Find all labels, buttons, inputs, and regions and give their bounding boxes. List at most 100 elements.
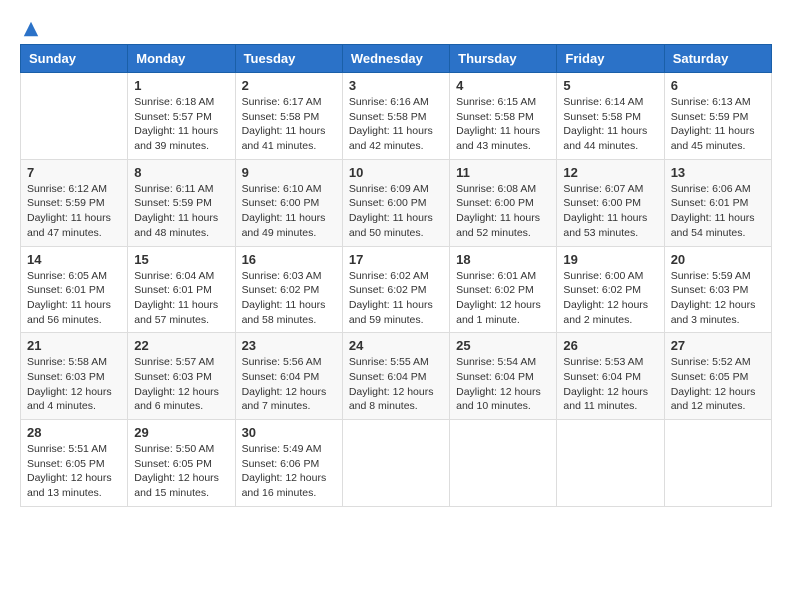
calendar-cell: 26 Sunrise: 5:53 AM Sunset: 6:04 PM Dayli…	[557, 333, 664, 420]
calendar: SundayMondayTuesdayWednesdayThursdayFrid…	[20, 44, 772, 507]
calendar-cell: 20Sunrise: 5:59 AM Sunset: 6:03 PM Dayli…	[664, 246, 771, 333]
day-info: Sunrise: 6:00 AM Sunset: 6:02 PM Dayligh…	[563, 269, 657, 328]
day-info: Sunrise: 5:50 AM Sunset: 6:05 PM Dayligh…	[134, 442, 228, 501]
day-number: 9	[242, 165, 336, 180]
day-number: 24	[349, 338, 443, 353]
day-info: Sunrise: 6:15 AM Sunset: 5:58 PM Dayligh…	[456, 95, 550, 154]
day-number: 2	[242, 78, 336, 93]
calendar-cell: 27 Sunrise: 5:52 AM Sunset: 6:05 PM Dayli…	[664, 333, 771, 420]
day-info: Sunrise: 5:51 AM Sunset: 6:05 PM Dayligh…	[27, 442, 121, 501]
calendar-cell: 8 Sunrise: 6:11 AM Sunset: 5:59 PM Daylig…	[128, 159, 235, 246]
day-number: 29	[134, 425, 228, 440]
day-header-monday: Monday	[128, 45, 235, 73]
calendar-cell: 15 Sunrise: 6:04 AM Sunset: 6:01 PM Dayli…	[128, 246, 235, 333]
day-header-wednesday: Wednesday	[342, 45, 449, 73]
calendar-week-5: 28 Sunrise: 5:51 AM Sunset: 6:05 PM Dayli…	[21, 420, 772, 507]
day-number: 18	[456, 252, 550, 267]
day-number: 13	[671, 165, 765, 180]
calendar-week-3: 14 Sunrise: 6:05 AM Sunset: 6:01 PM Dayli…	[21, 246, 772, 333]
calendar-cell: 28 Sunrise: 5:51 AM Sunset: 6:05 PM Dayli…	[21, 420, 128, 507]
day-number: 1	[134, 78, 228, 93]
day-number: 20	[671, 252, 765, 267]
day-number: 5	[563, 78, 657, 93]
day-info: Sunrise: 5:52 AM Sunset: 6:05 PM Dayligh…	[671, 355, 765, 414]
day-info: Sunrise: 6:09 AM Sunset: 6:00 PM Dayligh…	[349, 182, 443, 241]
day-info: Sunrise: 6:05 AM Sunset: 6:01 PM Dayligh…	[27, 269, 121, 328]
day-info: Sunrise: 6:17 AM Sunset: 5:58 PM Dayligh…	[242, 95, 336, 154]
day-number: 30	[242, 425, 336, 440]
day-number: 23	[242, 338, 336, 353]
day-header-thursday: Thursday	[450, 45, 557, 73]
day-header-saturday: Saturday	[664, 45, 771, 73]
day-number: 7	[27, 165, 121, 180]
day-number: 26	[563, 338, 657, 353]
day-info: Sunrise: 6:07 AM Sunset: 6:00 PM Dayligh…	[563, 182, 657, 241]
calendar-cell: 21 Sunrise: 5:58 AM Sunset: 6:03 PM Dayli…	[21, 333, 128, 420]
day-info: Sunrise: 5:57 AM Sunset: 6:03 PM Dayligh…	[134, 355, 228, 414]
calendar-cell	[557, 420, 664, 507]
day-info: Sunrise: 6:06 AM Sunset: 6:01 PM Dayligh…	[671, 182, 765, 241]
day-info: Sunrise: 6:13 AM Sunset: 5:59 PM Dayligh…	[671, 95, 765, 154]
day-header-friday: Friday	[557, 45, 664, 73]
day-info: Sunrise: 6:14 AM Sunset: 5:58 PM Dayligh…	[563, 95, 657, 154]
calendar-cell: 12 Sunrise: 6:07 AM Sunset: 6:00 PM Dayli…	[557, 159, 664, 246]
day-number: 28	[27, 425, 121, 440]
day-number: 8	[134, 165, 228, 180]
day-number: 4	[456, 78, 550, 93]
day-number: 3	[349, 78, 443, 93]
day-number: 27	[671, 338, 765, 353]
day-number: 25	[456, 338, 550, 353]
day-info: Sunrise: 5:58 AM Sunset: 6:03 PM Dayligh…	[27, 355, 121, 414]
day-number: 15	[134, 252, 228, 267]
calendar-cell: 14 Sunrise: 6:05 AM Sunset: 6:01 PM Dayli…	[21, 246, 128, 333]
calendar-cell	[21, 73, 128, 160]
day-number: 14	[27, 252, 121, 267]
calendar-cell: 29 Sunrise: 5:50 AM Sunset: 6:05 PM Dayli…	[128, 420, 235, 507]
day-info: Sunrise: 6:10 AM Sunset: 6:00 PM Dayligh…	[242, 182, 336, 241]
day-info: Sunrise: 6:18 AM Sunset: 5:57 PM Dayligh…	[134, 95, 228, 154]
calendar-cell: 6 Sunrise: 6:13 AM Sunset: 5:59 PM Daylig…	[664, 73, 771, 160]
day-info: Sunrise: 5:56 AM Sunset: 6:04 PM Dayligh…	[242, 355, 336, 414]
logo-icon	[22, 20, 40, 38]
day-info: Sunrise: 6:11 AM Sunset: 5:59 PM Dayligh…	[134, 182, 228, 241]
calendar-cell	[664, 420, 771, 507]
calendar-cell: 9 Sunrise: 6:10 AM Sunset: 6:00 PM Daylig…	[235, 159, 342, 246]
day-info: Sunrise: 6:03 AM Sunset: 6:02 PM Dayligh…	[242, 269, 336, 328]
day-number: 12	[563, 165, 657, 180]
calendar-cell: 17Sunrise: 6:02 AM Sunset: 6:02 PM Dayli…	[342, 246, 449, 333]
day-info: Sunrise: 5:49 AM Sunset: 6:06 PM Dayligh…	[242, 442, 336, 501]
day-info: Sunrise: 5:55 AM Sunset: 6:04 PM Dayligh…	[349, 355, 443, 414]
day-number: 6	[671, 78, 765, 93]
calendar-cell: 10 Sunrise: 6:09 AM Sunset: 6:00 PM Dayli…	[342, 159, 449, 246]
day-info: Sunrise: 6:16 AM Sunset: 5:58 PM Dayligh…	[349, 95, 443, 154]
day-number: 22	[134, 338, 228, 353]
day-info: Sunrise: 6:02 AM Sunset: 6:02 PM Dayligh…	[349, 269, 443, 328]
calendar-week-4: 21 Sunrise: 5:58 AM Sunset: 6:03 PM Dayli…	[21, 333, 772, 420]
calendar-cell: 11Sunrise: 6:08 AM Sunset: 6:00 PM Dayli…	[450, 159, 557, 246]
day-info: Sunrise: 6:01 AM Sunset: 6:02 PM Dayligh…	[456, 269, 550, 328]
day-info: Sunrise: 6:04 AM Sunset: 6:01 PM Dayligh…	[134, 269, 228, 328]
calendar-cell: 5 Sunrise: 6:14 AM Sunset: 5:58 PM Daylig…	[557, 73, 664, 160]
calendar-week-1: 1 Sunrise: 6:18 AM Sunset: 5:57 PM Daylig…	[21, 73, 772, 160]
day-number: 10	[349, 165, 443, 180]
calendar-cell: 19 Sunrise: 6:00 AM Sunset: 6:02 PM Dayli…	[557, 246, 664, 333]
calendar-cell	[450, 420, 557, 507]
day-number: 21	[27, 338, 121, 353]
calendar-cell: 16 Sunrise: 6:03 AM Sunset: 6:02 PM Dayli…	[235, 246, 342, 333]
calendar-week-2: 7Sunrise: 6:12 AM Sunset: 5:59 PM Daylig…	[21, 159, 772, 246]
day-number: 16	[242, 252, 336, 267]
day-info: Sunrise: 5:53 AM Sunset: 6:04 PM Dayligh…	[563, 355, 657, 414]
calendar-cell: 22 Sunrise: 5:57 AM Sunset: 6:03 PM Dayli…	[128, 333, 235, 420]
calendar-cell: 4 Sunrise: 6:15 AM Sunset: 5:58 PM Daylig…	[450, 73, 557, 160]
calendar-cell: 24 Sunrise: 5:55 AM Sunset: 6:04 PM Dayli…	[342, 333, 449, 420]
calendar-cell: 25 Sunrise: 5:54 AM Sunset: 6:04 PM Dayli…	[450, 333, 557, 420]
day-info: Sunrise: 5:54 AM Sunset: 6:04 PM Dayligh…	[456, 355, 550, 414]
day-number: 11	[456, 165, 550, 180]
day-header-tuesday: Tuesday	[235, 45, 342, 73]
calendar-cell: 2 Sunrise: 6:17 AM Sunset: 5:58 PM Daylig…	[235, 73, 342, 160]
day-number: 19	[563, 252, 657, 267]
page-header	[20, 20, 772, 34]
calendar-cell: 23 Sunrise: 5:56 AM Sunset: 6:04 PM Dayli…	[235, 333, 342, 420]
calendar-cell: 3 Sunrise: 6:16 AM Sunset: 5:58 PM Daylig…	[342, 73, 449, 160]
calendar-cell: 30 Sunrise: 5:49 AM Sunset: 6:06 PM Dayli…	[235, 420, 342, 507]
